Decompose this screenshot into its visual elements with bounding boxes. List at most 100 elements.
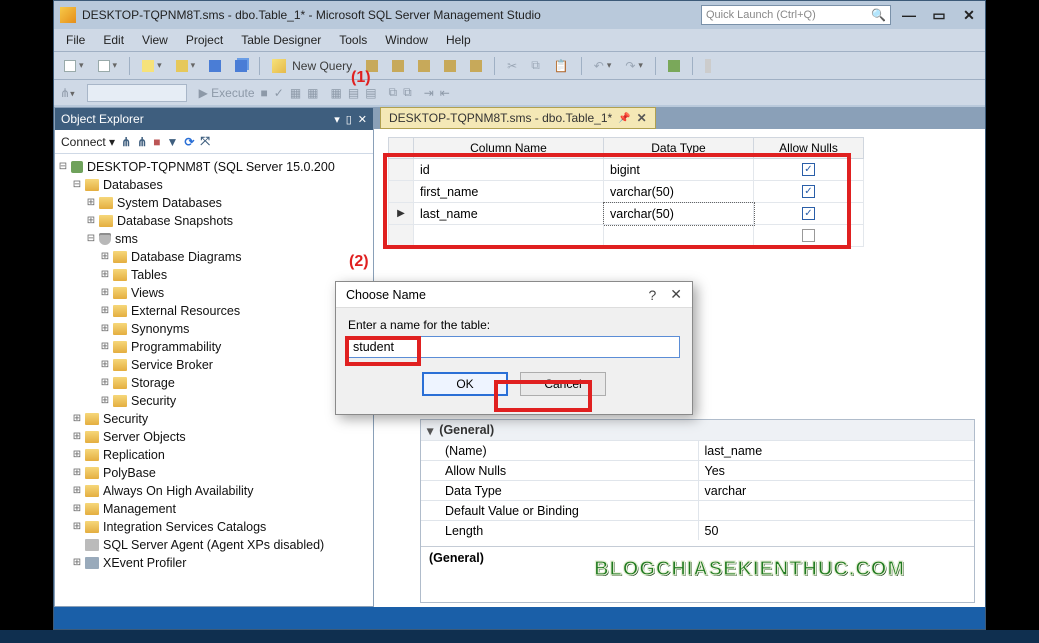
new-query-button[interactable]: New Query [268, 57, 356, 75]
db-engine-query-icon[interactable] [362, 58, 382, 74]
snapshots-node[interactable]: ⊞Database Snapshots [57, 212, 371, 230]
save-all-button[interactable] [231, 58, 251, 74]
designer-row[interactable]: ▶ last_name varchar(50) ✓ [388, 203, 864, 225]
xevent-node[interactable]: ⊞XEvent Profiler [57, 554, 371, 572]
prop-row[interactable]: (Name)last_name [421, 440, 974, 460]
oe-filter-icon[interactable]: ▼ [166, 135, 178, 149]
prop-row[interactable]: Default Value or Binding [421, 500, 974, 520]
pin-icon[interactable]: ▯ [346, 113, 352, 126]
comment-icon[interactable]: ⧉ [389, 85, 398, 100]
execute-button[interactable]: ▶ Execute [199, 86, 255, 100]
connect-button[interactable]: Connect ▾ [61, 135, 115, 149]
cut-icon[interactable]: ✂ [503, 57, 521, 75]
ext-res-node[interactable]: ⊞External Resources [57, 302, 371, 320]
aoha-node[interactable]: ⊞Always On High Availability [57, 482, 371, 500]
menu-tools[interactable]: Tools [331, 31, 375, 49]
polybase-node[interactable]: ⊞PolyBase [57, 464, 371, 482]
maximize-button[interactable]: ▭ [929, 7, 949, 24]
uncomment-icon[interactable]: ⧉ [403, 85, 412, 100]
server-node[interactable]: ⊟DESKTOP-TQPNM8T (SQL Server 15.0.200 [57, 158, 371, 176]
oe-disconnect-icon[interactable]: ⋔ [137, 135, 147, 149]
isc-node[interactable]: ⊞Integration Services Catalogs [57, 518, 371, 536]
mdx-query-icon[interactable] [388, 58, 408, 74]
row-selector[interactable] [388, 159, 414, 181]
cell-nulls[interactable]: ✓ [754, 181, 864, 203]
toolbar-overflow-icon[interactable] [701, 57, 715, 75]
stop-button[interactable]: ■ [261, 86, 268, 100]
copy-icon[interactable]: ⧉ [527, 56, 544, 75]
window-position-icon[interactable]: ▾ [334, 113, 340, 126]
cell-dtype[interactable] [604, 225, 754, 247]
prop-row[interactable]: Allow NullsYes [421, 460, 974, 480]
row-selector[interactable]: ▶ [388, 203, 414, 225]
cell-colname[interactable]: id [414, 159, 604, 181]
management-node[interactable]: ⊞Management [57, 500, 371, 518]
save-button[interactable] [205, 58, 225, 74]
storage-node[interactable]: ⊞Storage [57, 374, 371, 392]
cell-nulls[interactable]: ✓ [754, 225, 864, 247]
cell-colname[interactable] [414, 225, 604, 247]
results-file-icon[interactable]: ▤ [365, 86, 376, 100]
nav-fwd-button[interactable]: ▾ [94, 58, 122, 74]
designer-row[interactable]: first_name varchar(50) ✓ [388, 181, 864, 203]
service-broker-node[interactable]: ⊞Service Broker [57, 356, 371, 374]
agent-node[interactable]: ⊞SQL Server Agent (Agent XPs disabled) [57, 536, 371, 554]
menu-view[interactable]: View [134, 31, 176, 49]
row-selector[interactable] [388, 181, 414, 203]
databases-node[interactable]: ⊟Databases [57, 176, 371, 194]
indent-icon[interactable]: ⇥ [424, 86, 434, 100]
designer-row[interactable]: id bigint ✓ [388, 159, 864, 181]
cell-dtype[interactable]: varchar(50) [604, 181, 754, 203]
menu-help[interactable]: Help [438, 31, 479, 49]
designer-row-empty[interactable]: ✓ [388, 225, 864, 247]
dax-query-icon[interactable] [466, 58, 486, 74]
include-plan-icon[interactable]: ▦ [307, 86, 318, 100]
close-button[interactable]: ✕ [959, 7, 979, 24]
paste-icon[interactable]: 📋 [550, 57, 573, 75]
oe-stop-icon[interactable]: ■ [153, 135, 160, 149]
nav-back-button[interactable]: ▾ [60, 58, 88, 74]
help-icon[interactable]: ? [648, 287, 656, 303]
parse-icon[interactable]: ✓ [274, 86, 284, 100]
plan-icon[interactable]: ▦ [290, 86, 301, 100]
cell-dtype[interactable]: bigint [604, 159, 754, 181]
row-selector[interactable] [388, 225, 414, 247]
cell-colname[interactable]: last_name [414, 203, 604, 225]
menu-project[interactable]: Project [178, 31, 231, 49]
db-sms-node[interactable]: ⊟sms [57, 230, 371, 248]
minimize-button[interactable]: — [899, 7, 919, 24]
server-objects-node[interactable]: ⊞Server Objects [57, 428, 371, 446]
oe-refresh-icon[interactable]: ⟳ [184, 135, 194, 149]
cell-nulls[interactable]: ✓ [754, 159, 864, 181]
pin-tab-icon[interactable]: 📌 [618, 113, 630, 124]
prop-row[interactable]: Data Typevarchar [421, 480, 974, 500]
diagrams-node[interactable]: ⊞Database Diagrams [57, 248, 371, 266]
prop-row[interactable]: Length50 [421, 520, 974, 540]
close-tab-icon[interactable]: ✕ [637, 111, 647, 125]
redo-icon[interactable]: ↷▾ [621, 57, 647, 75]
open-button[interactable]: ▾ [172, 58, 200, 74]
prop-category[interactable]: ▾(General) [421, 420, 974, 440]
close-panel-icon[interactable]: ✕ [358, 113, 367, 126]
security-node[interactable]: ⊞Security [57, 410, 371, 428]
cell-dtype[interactable]: varchar(50) [604, 203, 754, 225]
menu-table-designer[interactable]: Table Designer [233, 31, 329, 49]
undo-icon[interactable]: ↶▾ [590, 57, 616, 75]
menu-file[interactable]: File [58, 31, 93, 49]
connection-icon[interactable]: ⋔▾ [60, 86, 75, 100]
document-tab[interactable]: DESKTOP-TQPNM8T.sms - dbo.Table_1* 📌 ✕ [380, 107, 656, 129]
quick-launch-input[interactable]: Quick Launch (Ctrl+Q) 🔍 [701, 5, 891, 25]
new-item-button[interactable]: ▾ [138, 58, 166, 74]
synonyms-node[interactable]: ⊞Synonyms [57, 320, 371, 338]
cancel-button[interactable]: Cancel [520, 372, 606, 396]
ok-button[interactable]: OK [422, 372, 508, 396]
outdent-icon[interactable]: ⇤ [440, 86, 450, 100]
results-text-icon[interactable]: ▤ [348, 86, 359, 100]
database-dropdown[interactable] [87, 84, 187, 102]
security-inner-node[interactable]: ⊞Security [57, 392, 371, 410]
tables-node[interactable]: ⊞Tables [57, 266, 371, 284]
programmability-node[interactable]: ⊞Programmability [57, 338, 371, 356]
oe-connect-icon[interactable]: ⋔ [121, 135, 131, 149]
cell-nulls[interactable]: ✓ [754, 203, 864, 225]
xmla-query-icon[interactable] [440, 58, 460, 74]
